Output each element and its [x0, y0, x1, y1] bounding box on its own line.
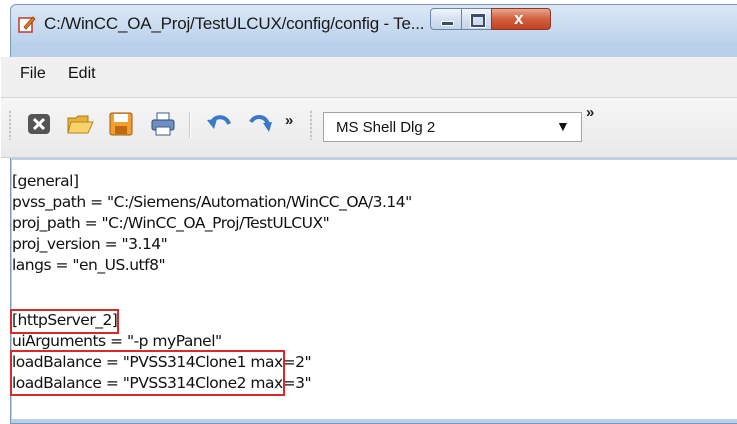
menu-file[interactable]: File — [20, 65, 46, 83]
redo-icon[interactable] — [247, 110, 275, 138]
editor-line: langs = "en_US.utf8" — [12, 256, 166, 274]
menu-bar: File Edit — [1, 57, 737, 98]
editor-line: proj_version = "3.14" — [12, 235, 168, 253]
font-select-value: MS Shell Dlg 2 — [336, 119, 436, 136]
font-select[interactable]: MS Shell Dlg 2 ▼ — [323, 112, 582, 142]
editor-line: pvss_path = "C:/Siemens/Automation/WinCC… — [12, 193, 412, 211]
window-title: C:/WinCC_OA_Proj/TestULCUX/config/config… — [44, 14, 425, 33]
menu-edit[interactable]: Edit — [68, 65, 96, 83]
highlight-box-loadbalance — [10, 350, 285, 396]
print-icon[interactable] — [149, 110, 177, 138]
save-icon[interactable] — [107, 110, 135, 138]
app-icon — [18, 16, 36, 33]
chevron-down-icon: ▼ — [556, 118, 570, 134]
open-folder-icon[interactable] — [66, 110, 94, 138]
editor-line: [general] — [12, 172, 79, 190]
toolbar: » MS Shell Dlg 2 ▼ » — [1, 98, 737, 158]
toolbar-separator — [189, 112, 191, 138]
close-button[interactable]: x — [491, 8, 551, 30]
close-doc-icon[interactable] — [25, 110, 53, 138]
minimize-icon — [441, 21, 454, 26]
minimize-button[interactable] — [430, 8, 462, 30]
editor-line: uiArguments = "-p myPanel" — [12, 332, 222, 350]
maximize-icon — [470, 13, 486, 28]
highlight-box-section — [10, 309, 119, 334]
close-icon: x — [514, 9, 524, 28]
toolbar-overflow-icon-2[interactable]: » — [586, 104, 594, 121]
toolbar-overflow-icon[interactable]: » — [285, 112, 293, 129]
text-editor[interactable]: [general] pvss_path = "C:/Siemens/Automa… — [10, 160, 737, 419]
editor-line: proj_path = "C:/WinCC_OA_Proj/TestULCUX" — [12, 214, 330, 232]
undo-icon[interactable] — [206, 110, 234, 138]
title-bar[interactable]: C:/WinCC_OA_Proj/TestULCUX/config/config… — [11, 5, 737, 43]
maximize-button[interactable] — [461, 8, 492, 30]
toolbar-grip-2[interactable] — [310, 110, 312, 140]
toolbar-grip[interactable] — [9, 110, 11, 140]
